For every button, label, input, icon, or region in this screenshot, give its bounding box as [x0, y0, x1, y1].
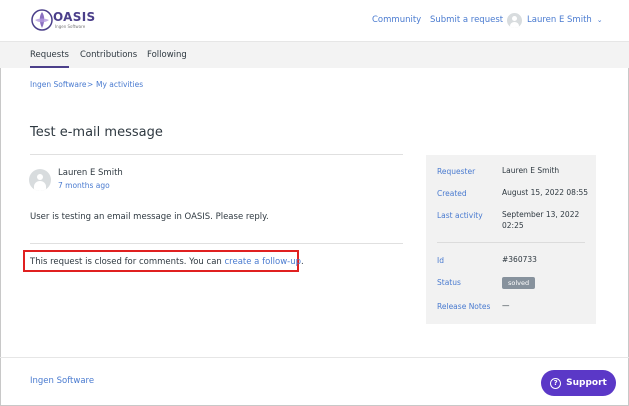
release-notes-label: Release Notes	[437, 302, 491, 311]
help-icon: ?	[550, 377, 562, 389]
breadcrumb-ingen-software[interactable]: Ingen Software	[30, 80, 87, 89]
request-details-panel	[426, 155, 596, 324]
footer-ingen-software-link[interactable]: Ingen Software	[30, 376, 94, 386]
divider	[30, 154, 403, 155]
created-label: Created	[437, 189, 467, 198]
support-button[interactable]: ? Support	[541, 370, 616, 396]
chevron-down-icon: ⌄	[596, 16, 603, 24]
closed-notice: This request is closed for comments. You…	[30, 257, 304, 267]
breadcrumb-my-activities[interactable]: My activities	[96, 80, 143, 89]
requester-value: Lauren E Smith	[502, 166, 560, 175]
author-avatar-icon	[29, 169, 51, 191]
last-activity-time: 02:25	[502, 221, 524, 230]
status-badge: solved	[502, 277, 536, 289]
create-follow-up-link[interactable]: create a follow-up	[225, 257, 302, 267]
closed-notice-end: .	[301, 257, 304, 267]
tab-contributions[interactable]: Contributions	[80, 50, 137, 60]
logo-subtext: Ingen Software	[55, 24, 86, 29]
footer-divider	[0, 357, 629, 358]
post-time[interactable]: 7 months ago	[58, 181, 110, 190]
requester-label: Requester	[437, 167, 476, 176]
release-notes-value: —	[502, 301, 510, 310]
created-value: August 15, 2022 08:55	[502, 188, 589, 197]
last-activity-value: September 13, 2022	[502, 210, 580, 219]
request-body: User is testing an email message in OASI…	[30, 212, 269, 222]
id-label: Id	[437, 256, 444, 265]
top-header: OASIS Ingen Software Community Submit a …	[0, 0, 629, 41]
support-label: Support	[566, 378, 607, 388]
id-value: #360733	[502, 255, 537, 264]
closed-notice-text: This request is closed for comments. You…	[30, 257, 225, 267]
status-label: Status	[437, 278, 461, 287]
user-menu[interactable]: Lauren E Smith ⌄	[507, 12, 603, 28]
divider	[30, 243, 403, 244]
user-avatar-icon	[507, 12, 522, 28]
author-name: Lauren E Smith	[58, 168, 123, 178]
panel-divider	[437, 242, 585, 243]
last-activity-label: Last activity	[437, 211, 483, 220]
breadcrumb-separator: >	[87, 80, 94, 89]
user-name: Lauren E Smith	[527, 15, 592, 25]
tab-requests[interactable]: Requests	[30, 50, 69, 68]
logo-text: OASIS	[53, 10, 96, 24]
submit-request-link[interactable]: Submit a request	[430, 15, 503, 25]
page-title: Test e-mail message	[30, 125, 163, 140]
tab-following[interactable]: Following	[147, 50, 187, 60]
sub-navigation: Requests Contributions Following	[0, 41, 629, 68]
community-link[interactable]: Community	[372, 15, 421, 25]
